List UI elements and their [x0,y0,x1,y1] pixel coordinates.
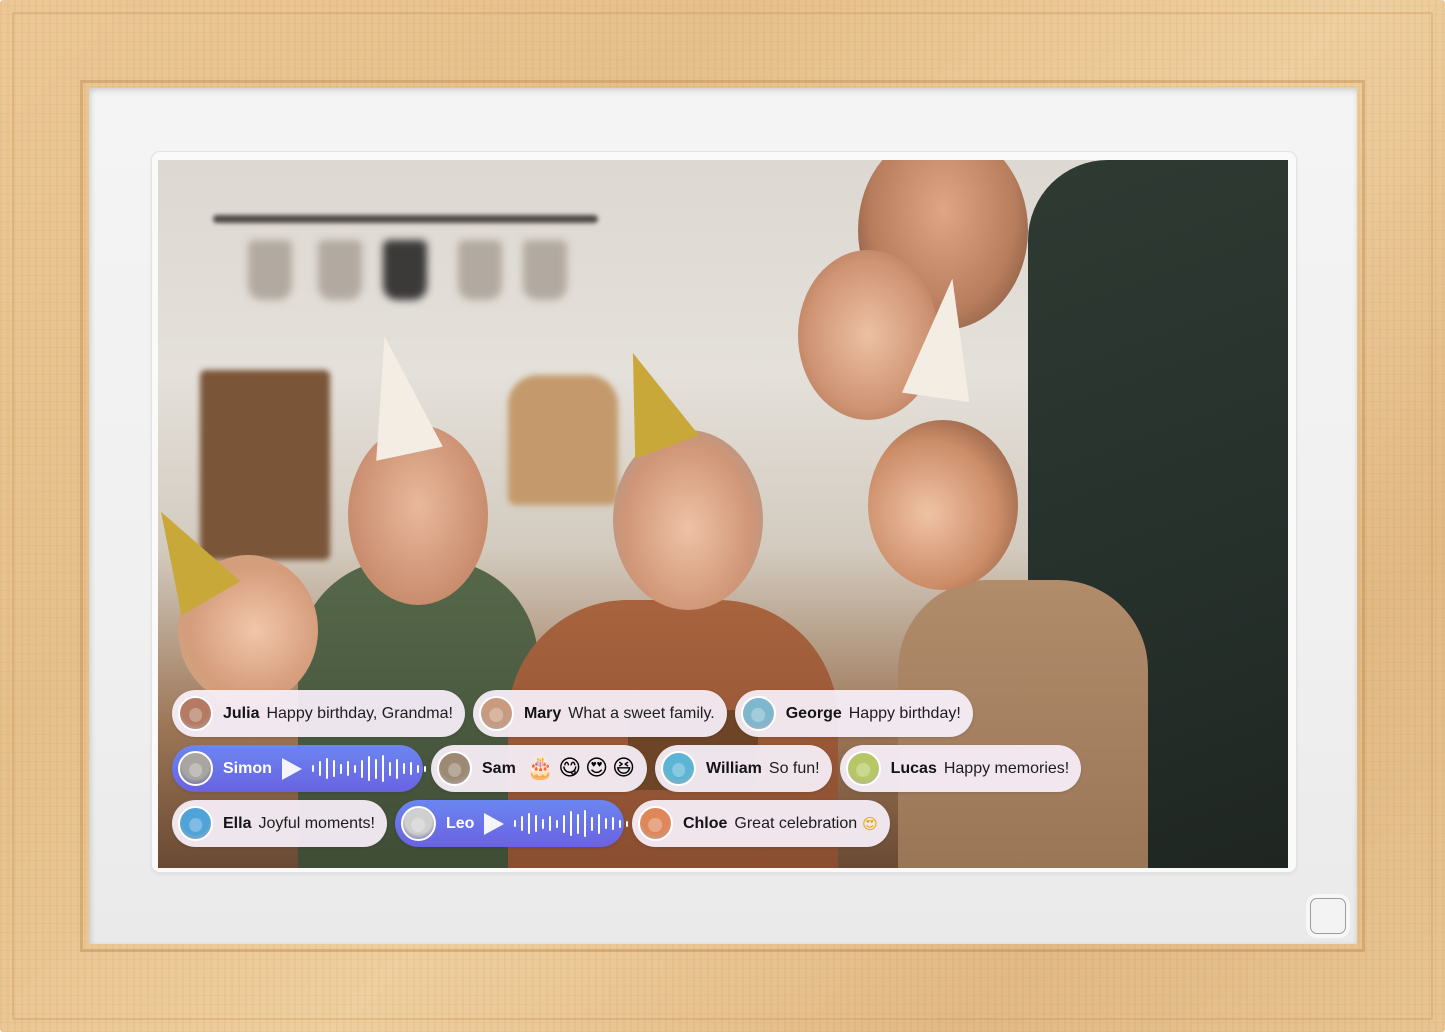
waveform-bar [563,814,566,833]
waveform [514,809,629,839]
sender-name: Leo [445,814,475,832]
message-bubble[interactable]: Chloe Great celebration 😍 [631,800,890,847]
waveform-bar [535,815,538,832]
yum-emoji: 😋 [558,755,582,781]
waveform-bar [381,755,384,782]
avatar [178,696,213,731]
waveform-bar [549,816,552,831]
waveform-bar [619,819,622,828]
mug [458,240,502,300]
frame-button[interactable] [1310,898,1346,934]
avatar [178,806,213,841]
message-text: Joyful moments! [258,814,375,832]
message-text: So fun! [768,759,820,777]
waveform-bar [542,818,545,829]
message-bubble[interactable]: Mary What a sweet family. [472,690,727,737]
waveform-bar [360,759,363,778]
mug [248,240,292,300]
message-row: Julia Happy birthday, Grandma! Mary What… [172,690,973,737]
waveform-bar [325,758,328,779]
emoji-message-bubble[interactable]: Sam 🎂 😋 😍 😆 [431,745,648,792]
heart-eyes-kiss-emoji: 😍 [585,755,609,781]
message-row: Simon Sam 🎂 😋 😍 😆 William So fun! Lucas … [172,745,1082,792]
waveform-bar [353,764,356,773]
waveform-bar [318,761,321,776]
heart-eyes-emoji: 😍 [862,814,878,833]
message-bubble[interactable]: Lucas Happy memories! [839,745,1082,792]
message-bubble[interactable]: Julia Happy birthday, Grandma! [172,690,465,737]
grandpa [348,425,488,605]
waveform-bar [598,813,601,834]
waveform-bar [612,817,615,830]
message-row: Ella Joyful moments! Leo Chloe Great cel… [172,800,890,847]
waveform-bar [332,760,335,777]
waveform-bar [402,763,405,774]
avatar [740,696,776,731]
cutting-board [508,375,618,505]
sender-name: Mary [523,704,562,722]
voice-message-bubble[interactable]: Simon [172,745,426,792]
waveform-bar [605,818,608,829]
sender-name: Sam [482,759,516,777]
mug [523,240,567,300]
sender-name: Simon [223,759,272,777]
waveform [311,754,426,784]
avatar [845,751,881,786]
waveform-bar [528,813,531,834]
mug [383,240,427,300]
message-text: What a sweet family. [568,704,715,722]
message-text: Great celebration [734,814,858,832]
sender-name: Ella [223,814,252,832]
waveform-bar [521,816,524,831]
wooden-sign [200,370,330,560]
sender-name: George [785,704,842,722]
message-text: Happy birthday! [848,704,961,722]
waveform-bar [346,761,349,776]
voice-message-bubble[interactable]: Leo [394,800,629,847]
waveform-bar [577,813,580,834]
avatar [661,751,697,786]
waveform-bar [591,816,594,831]
waveform-bar [311,765,314,772]
avatar [437,751,472,786]
play-icon[interactable] [484,812,505,835]
mug [318,240,362,300]
laughing-emoji: 😆 [612,755,636,781]
sender-name: Lucas [890,759,937,777]
play-icon[interactable] [281,757,302,780]
waveform-bar [626,820,629,827]
waveform-bar [395,758,398,779]
waveform-bar [416,764,419,773]
sender-name: Chloe [682,814,728,832]
message-bubble[interactable]: William So fun! [655,745,832,792]
message-text: Happy memories! [943,759,1070,777]
waveform-bar [409,762,412,775]
avatar [478,696,514,731]
message-bubble[interactable]: Ella Joyful moments! [172,800,387,847]
waveform-bar [423,765,426,772]
mug-rail [213,215,598,223]
avatar [400,806,436,841]
waveform-bar [570,811,573,836]
girl [868,420,1018,590]
waveform-bar [374,758,377,779]
avatar [637,806,673,841]
waveform-bar [339,763,342,774]
waveform-bar [584,810,587,837]
cake-emoji: 🎂 [526,755,555,781]
waveform-bar [388,761,391,776]
sender-name: Julia [223,704,260,722]
avatar [178,751,213,786]
message-bubble[interactable]: George Happy birthday! [734,690,973,737]
waveform-bar [556,819,559,828]
message-text: Happy birthday, Grandma! [266,704,453,722]
waveform-bar [514,820,517,827]
sender-name: William [706,759,762,777]
waveform-bar [367,756,370,781]
